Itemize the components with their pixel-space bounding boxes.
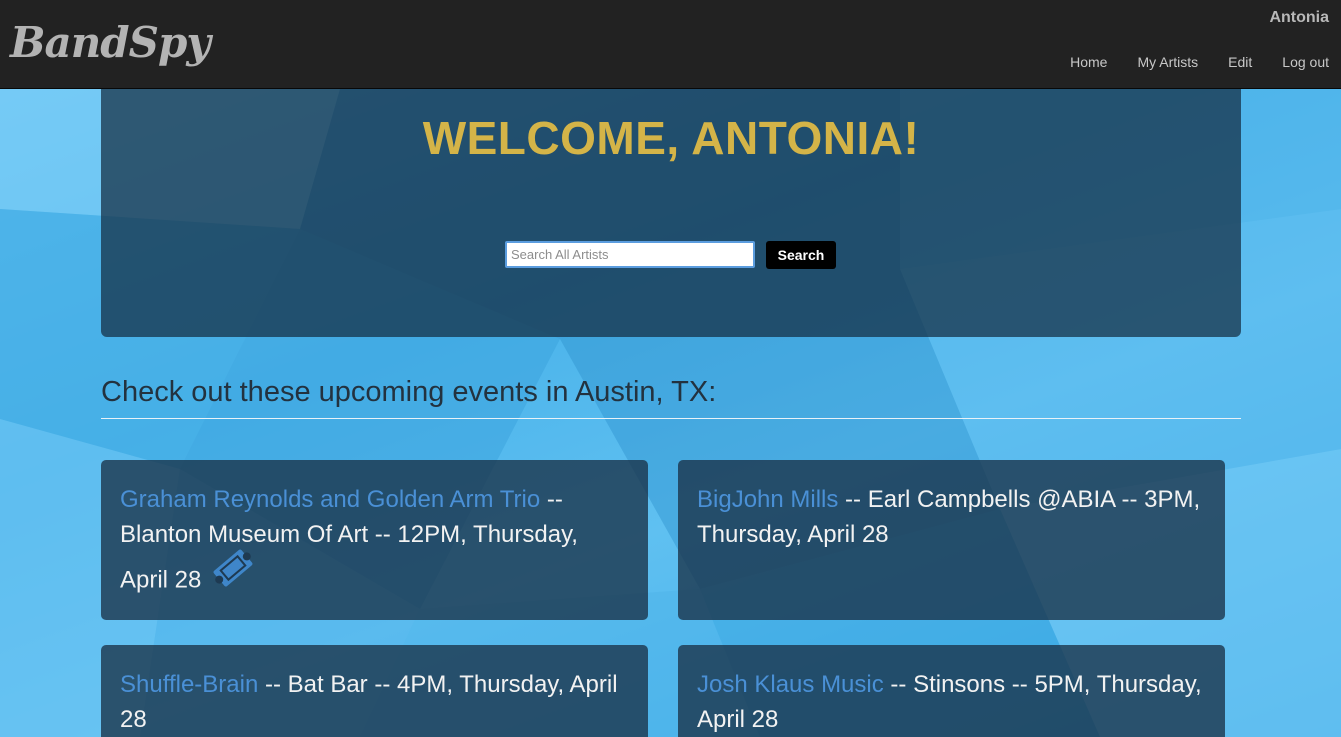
event-artist-link[interactable]: BigJohn Mills: [697, 486, 838, 513]
top-navbar: BandSpy Antonia Home My Artists Edit Log…: [0, 0, 1341, 89]
nav-logout-link[interactable]: Log out: [1282, 54, 1329, 70]
event-artist-link[interactable]: Shuffle-Brain: [120, 671, 258, 698]
current-username: Antonia: [1269, 9, 1329, 26]
ticket-icon[interactable]: [209, 544, 257, 602]
artist-search-input[interactable]: [505, 241, 755, 268]
nav-menu: Home My Artists Edit Log out: [1040, 54, 1329, 70]
event-artist-link[interactable]: Josh Klaus Music: [697, 671, 884, 698]
welcome-panel: WELCOME, ANTONIA! Search: [101, 89, 1241, 337]
nav-home-link[interactable]: Home: [1070, 54, 1107, 70]
events-divider: [101, 418, 1241, 419]
event-card: Shuffle-Brain -- Bat Bar -- 4PM, Thursda…: [101, 645, 648, 737]
nav-my-artists-link[interactable]: My Artists: [1137, 54, 1198, 70]
welcome-title: WELCOME, ANTONIA!: [422, 112, 920, 164]
events-heading: Check out these upcoming events in Austi…: [101, 376, 717, 408]
event-card: Josh Klaus Music -- Stinsons -- 5PM, Thu…: [678, 645, 1225, 737]
event-card: BigJohn Mills -- Earl Campbells @ABIA --…: [678, 460, 1225, 620]
search-button[interactable]: Search: [766, 241, 836, 269]
bandspy-logo[interactable]: BandSpy: [10, 18, 211, 67]
nav-edit-link[interactable]: Edit: [1228, 54, 1252, 70]
event-artist-link[interactable]: Graham Reynolds and Golden Arm Trio: [120, 486, 540, 513]
event-card: Graham Reynolds and Golden Arm Trio -- B…: [101, 460, 648, 620]
